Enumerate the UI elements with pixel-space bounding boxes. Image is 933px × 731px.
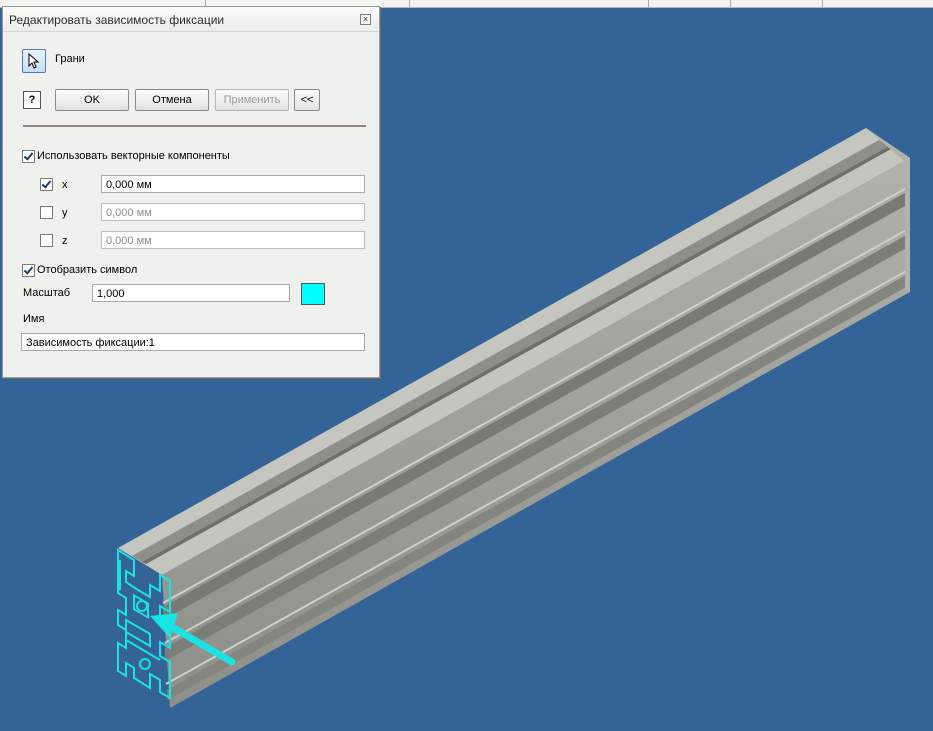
y-component-label: y: [62, 207, 68, 219]
dialog-titlebar[interactable]: Редактировать зависимость фиксации ×: [3, 7, 379, 32]
z-component-field[interactable]: 0,000 мм: [101, 231, 365, 249]
faces-label: Грани: [55, 53, 85, 65]
x-component-label: x: [62, 179, 68, 191]
name-label: Имя: [23, 313, 45, 325]
help-icon[interactable]: ?: [23, 91, 41, 109]
section-divider: [23, 125, 366, 127]
y-component-field[interactable]: 0,000 мм: [101, 203, 365, 221]
cursor-arrow-icon: [28, 53, 40, 69]
symbol-color-swatch[interactable]: [301, 283, 325, 305]
cancel-button[interactable]: Отмена: [135, 89, 209, 111]
use-vector-components-checkbox[interactable]: [22, 150, 35, 163]
x-component-checkbox[interactable]: [40, 178, 53, 191]
edit-fix-constraint-dialog: Редактировать зависимость фиксации × Гра…: [2, 6, 380, 378]
scale-label: Масштаб: [23, 287, 71, 299]
dialog-title: Редактировать зависимость фиксации: [9, 13, 225, 27]
x-component-field[interactable]: 0,000 мм: [101, 175, 365, 193]
use-vector-components-label: Использовать векторные компоненты: [37, 150, 230, 162]
z-component-label: z: [62, 235, 68, 247]
apply-button[interactable]: Применить: [215, 89, 289, 111]
z-component-checkbox[interactable]: [40, 234, 53, 247]
y-component-checkbox[interactable]: [40, 206, 53, 219]
name-field[interactable]: Зависимость фиксации:1: [21, 333, 365, 351]
collapse-button[interactable]: <<: [294, 89, 320, 111]
select-faces-button[interactable]: [22, 49, 46, 73]
scale-field[interactable]: 1,000: [92, 284, 290, 302]
ok-button[interactable]: OK: [55, 89, 129, 111]
show-symbol-checkbox[interactable]: [22, 264, 35, 277]
show-symbol-label: Отобразить символ: [37, 264, 138, 276]
close-icon[interactable]: ×: [360, 14, 371, 25]
